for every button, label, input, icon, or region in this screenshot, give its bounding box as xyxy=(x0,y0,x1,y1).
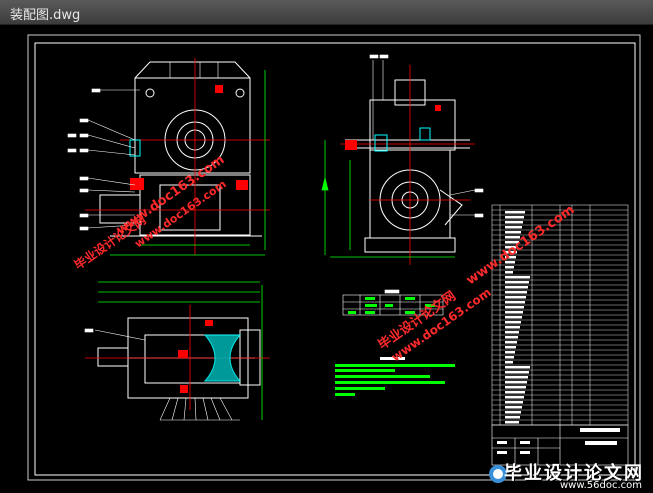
parts-list-cell xyxy=(505,336,518,339)
parts-list-cell xyxy=(505,276,530,279)
parts-list-cell xyxy=(505,321,521,324)
cad-viewport[interactable]: www.doc163.com 毕业设计论文网 www.doc163.com ww… xyxy=(0,25,653,493)
parts-list-cell xyxy=(505,421,519,424)
parts-list-cell xyxy=(505,286,528,289)
parts-list-cell xyxy=(505,386,526,389)
parts-list-cell xyxy=(505,291,527,294)
cad-drawing-canvas: www.doc163.com 毕业设计论文网 www.doc163.com ww… xyxy=(27,34,641,481)
parts-list-cell xyxy=(505,331,519,334)
side-view-dims xyxy=(321,140,455,258)
parts-list-cell xyxy=(505,376,528,379)
parts-list-cell xyxy=(505,411,521,414)
parts-list-cell xyxy=(505,231,521,234)
parts-list-cell xyxy=(505,271,513,274)
parts-list-cell xyxy=(505,406,522,409)
parts-list-cell xyxy=(505,371,529,374)
parts-list-cell xyxy=(505,316,522,319)
parts-list-cell xyxy=(505,221,523,224)
parts-list-cell xyxy=(505,301,525,304)
parts-list-cell xyxy=(505,351,515,354)
parts-list-cell xyxy=(505,216,524,219)
parts-list-cell xyxy=(505,211,525,214)
parts-list-cell xyxy=(505,311,523,314)
parts-list-cell xyxy=(505,361,513,364)
parts-list-cell xyxy=(505,401,523,404)
watermark-badge-url: www.56doc.com xyxy=(560,480,643,491)
title-block-text xyxy=(497,428,620,454)
side-view-centerlines xyxy=(340,65,475,265)
window-title: 装配图.dwg xyxy=(10,8,81,23)
parts-list-cell xyxy=(505,296,526,299)
parts-list-cell xyxy=(505,346,516,349)
side-view xyxy=(345,79,470,253)
parts-list-cell xyxy=(505,366,530,369)
parts-list-cell xyxy=(505,356,514,359)
parts-list-cell xyxy=(505,281,529,284)
parts-list-cell xyxy=(505,396,524,399)
parts-list-cell xyxy=(505,306,524,309)
parts-list-cell xyxy=(505,326,520,329)
parts-list-cell xyxy=(505,416,520,419)
parts-list-cell xyxy=(505,341,517,344)
parts-list-cell xyxy=(505,381,527,384)
window-titlebar: 装配图.dwg xyxy=(0,0,653,25)
top-view-parts xyxy=(178,320,213,393)
parts-list-cell xyxy=(505,266,514,269)
parts-list-cell xyxy=(505,391,525,394)
drawing-frame xyxy=(27,34,641,481)
parts-list-cell xyxy=(505,226,522,229)
